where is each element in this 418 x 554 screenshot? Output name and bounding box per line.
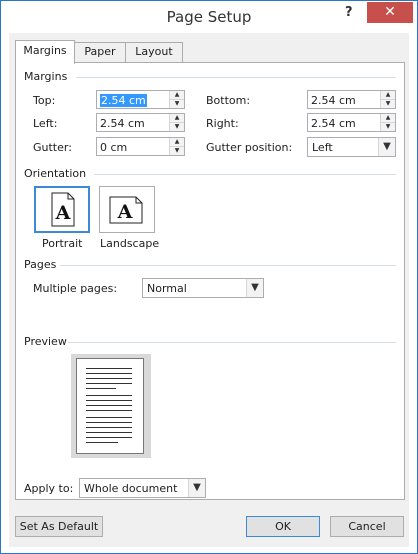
apply-to-select[interactable]: Whole document ▼ — [79, 478, 206, 498]
tab-layout[interactable]: Layout — [125, 42, 183, 62]
apply-to-value: Whole document — [84, 482, 178, 495]
right-margin-spinner[interactable]: ▲ ▼ — [380, 114, 395, 131]
preview-text-line — [86, 395, 132, 396]
right-label: Right: — [206, 117, 239, 130]
gutter-input[interactable]: 0 cm ▲ ▼ — [96, 137, 185, 156]
ok-button[interactable]: OK — [246, 516, 320, 537]
preview-text-line — [86, 422, 132, 423]
bottom-margin-value: 2.54 cm — [311, 94, 356, 107]
spin-down-icon[interactable]: ▼ — [381, 123, 395, 131]
left-margin-value: 2.54 cm — [100, 117, 145, 130]
orientation-group-label: Orientation — [24, 167, 87, 180]
left-label: Left: — [33, 117, 58, 130]
landscape-label: Landscape — [100, 237, 160, 250]
cancel-button[interactable]: Cancel — [330, 516, 404, 537]
left-margin-spinner[interactable]: ▲ ▼ — [169, 114, 184, 131]
preview-text-line — [86, 437, 132, 438]
bottom-margin-input[interactable]: 2.54 cm ▲ ▼ — [307, 90, 396, 109]
top-margin-input[interactable]: 2.54 cm ▲ ▼ — [96, 90, 185, 109]
margins-panel: Margins Top: 2.54 cm ▲ ▼ Bottom: 2.54 cm… — [15, 62, 405, 500]
top-margin-spinner[interactable]: ▲ ▼ — [169, 91, 184, 108]
preview-text-line — [86, 417, 132, 418]
preview-text-line — [86, 373, 132, 374]
spin-down-icon[interactable]: ▼ — [170, 147, 184, 155]
spin-up-icon[interactable]: ▲ — [381, 91, 395, 100]
chevron-down-icon[interactable]: ▼ — [188, 479, 205, 497]
close-button[interactable]: ✕ — [367, 2, 413, 23]
spin-up-icon[interactable]: ▲ — [170, 114, 184, 123]
portrait-button[interactable]: A — [34, 186, 90, 233]
spin-up-icon[interactable]: ▲ — [381, 114, 395, 123]
spin-down-icon[interactable]: ▼ — [381, 100, 395, 108]
page-setup-dialog: Page Setup ? ✕ Margins Paper Layout Marg… — [0, 0, 418, 554]
right-margin-value: 2.54 cm — [311, 117, 356, 130]
multiple-pages-select[interactable]: Normal ▼ — [142, 278, 264, 298]
pages-divider — [60, 265, 396, 266]
preview-text-line — [86, 442, 118, 443]
gutter-position-value: Left — [312, 141, 333, 154]
top-label: Top: — [33, 94, 56, 107]
dialog-title: Page Setup — [166, 8, 252, 26]
pages-group-label: Pages — [24, 258, 57, 271]
preview-page — [76, 358, 144, 454]
landscape-glyph: A — [117, 201, 133, 223]
top-margin-value: 2.54 cm — [100, 94, 147, 107]
preview-text-line — [86, 427, 132, 428]
bottom-label: Bottom: — [206, 94, 251, 107]
bottom-margin-spinner[interactable]: ▲ ▼ — [380, 91, 395, 108]
spin-up-icon[interactable]: ▲ — [170, 91, 184, 100]
gutter-value: 0 cm — [100, 141, 128, 154]
preview-text-line — [86, 410, 132, 411]
preview-text-line — [86, 368, 132, 369]
chevron-down-icon[interactable]: ▼ — [378, 138, 395, 156]
title-bar: Page Setup ? ✕ — [1, 1, 417, 33]
spin-down-icon[interactable]: ▼ — [170, 100, 184, 108]
set-as-default-button[interactable]: Set As Default — [15, 516, 103, 537]
landscape-page-icon: A — [109, 196, 143, 224]
tab-margins[interactable]: Margins — [15, 40, 75, 64]
margins-divider — [76, 77, 396, 78]
preview-text-line — [86, 383, 132, 384]
multiple-pages-label: Multiple pages: — [33, 282, 118, 295]
preview-group-label: Preview — [24, 335, 67, 348]
help-icon[interactable]: ? — [345, 5, 353, 20]
spin-down-icon[interactable]: ▼ — [170, 123, 184, 131]
right-margin-input[interactable]: 2.54 cm ▲ ▼ — [307, 113, 396, 132]
landscape-button[interactable]: A — [99, 186, 155, 233]
portrait-page-icon: A — [51, 192, 75, 227]
chevron-down-icon[interactable]: ▼ — [246, 279, 263, 297]
margins-group-label: Margins — [24, 70, 68, 83]
orientation-divider — [94, 174, 396, 175]
apply-to-label: Apply to: — [24, 482, 74, 495]
gutter-spinner[interactable]: ▲ ▼ — [169, 138, 184, 155]
multiple-pages-value: Normal — [147, 282, 187, 295]
gutter-position-select[interactable]: Left ▼ — [307, 137, 396, 157]
portrait-label: Portrait — [42, 237, 83, 250]
preview-text-line — [86, 388, 116, 389]
left-margin-input[interactable]: 2.54 cm ▲ ▼ — [96, 113, 185, 132]
preview-text-line — [86, 405, 132, 406]
preview-divider — [68, 342, 396, 343]
portrait-glyph: A — [55, 202, 71, 224]
spin-up-icon[interactable]: ▲ — [170, 138, 184, 147]
preview-text-line — [86, 400, 132, 401]
preview-text-line — [86, 378, 132, 379]
tab-paper[interactable]: Paper — [73, 42, 127, 62]
preview-text-line — [86, 432, 132, 433]
gutter-position-label: Gutter position: — [206, 141, 293, 154]
gutter-label: Gutter: — [33, 141, 72, 154]
dialog-body: Margins Paper Layout Margins Top: 2.54 c… — [9, 33, 409, 547]
